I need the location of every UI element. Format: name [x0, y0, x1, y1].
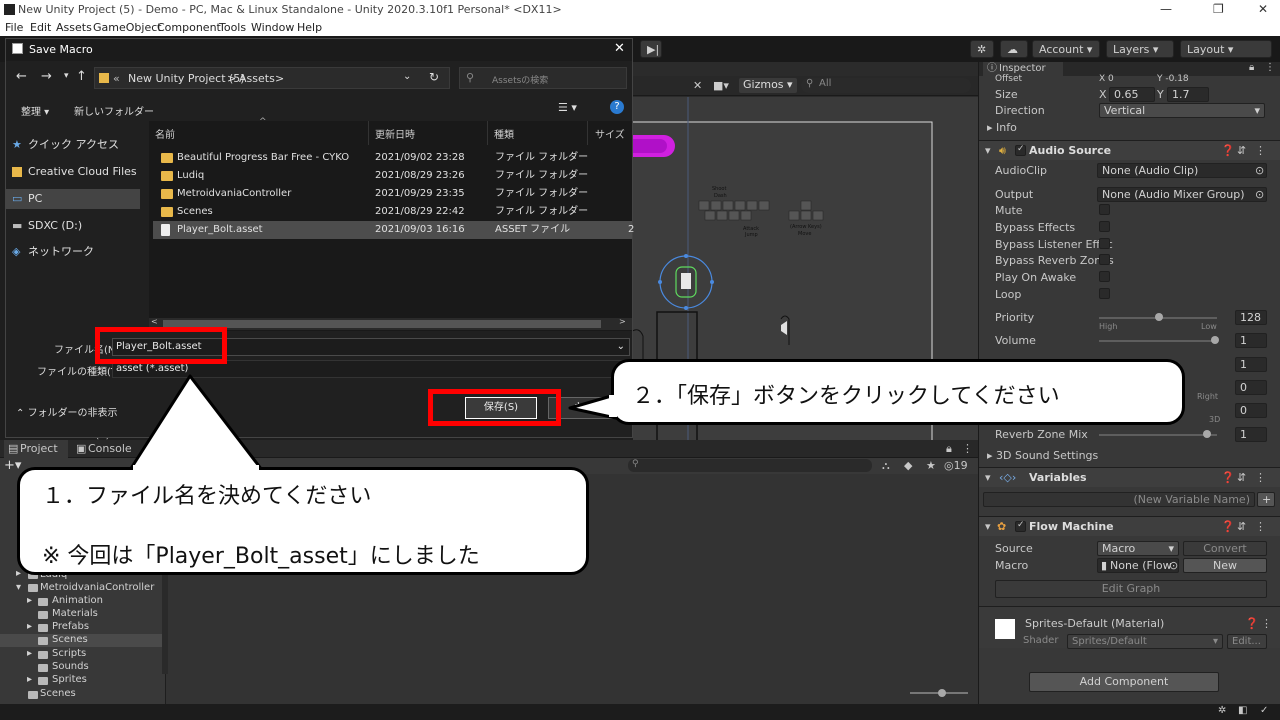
step1-callout: １．ファイル名を決めてください ※ 今回は「Player_Bolt_asset」… [17, 467, 589, 575]
step1-note: ※ 今回は「Player_Bolt_asset」にしました [42, 544, 480, 569]
step2-text: ２．「保存」ボタンをクリックしてください [632, 384, 1060, 409]
step2-callout: ２．「保存」ボタンをクリックしてください [611, 359, 1185, 425]
step1-title: １．ファイル名を決めてください [42, 484, 372, 509]
